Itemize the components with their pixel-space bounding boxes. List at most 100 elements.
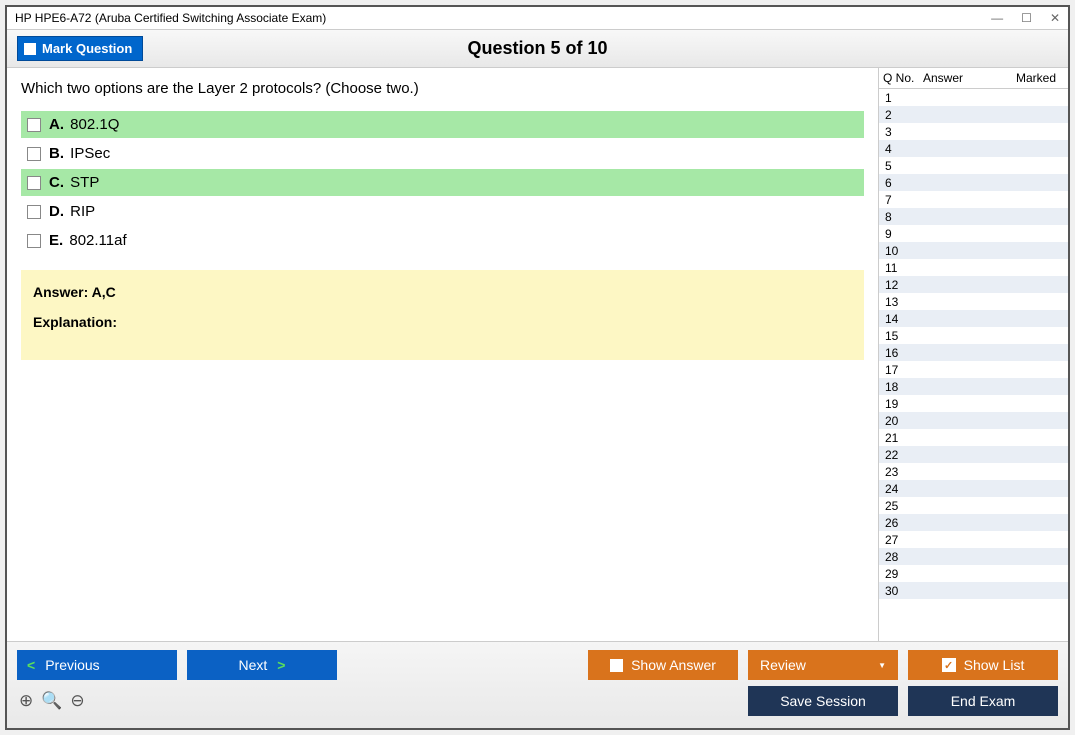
show-list-button[interactable]: ✓ Show List	[908, 650, 1058, 680]
question-number: 20	[885, 414, 925, 428]
end-exam-button[interactable]: End Exam	[908, 686, 1058, 716]
question-number: 21	[885, 431, 925, 445]
question-number: 3	[885, 125, 925, 139]
question-list[interactable]: 1234567891011121314151617181920212223242…	[879, 89, 1068, 641]
footer: < Previous Next > Show Answer Review ▼ ✓…	[7, 641, 1068, 728]
question-number: 22	[885, 448, 925, 462]
previous-button[interactable]: < Previous	[17, 650, 177, 680]
question-list-row[interactable]: 17	[879, 361, 1068, 378]
option-row[interactable]: D. RIP	[21, 198, 864, 225]
show-answer-button[interactable]: Show Answer	[588, 650, 738, 680]
question-list-row[interactable]: 16	[879, 344, 1068, 361]
option-row[interactable]: A. 802.1Q	[21, 111, 864, 138]
save-session-label: Save Session	[780, 693, 866, 709]
question-list-row[interactable]: 14	[879, 310, 1068, 327]
option-checkbox[interactable]	[27, 234, 41, 248]
question-number: 26	[885, 516, 925, 530]
question-number: 27	[885, 533, 925, 547]
question-list-row[interactable]: 15	[879, 327, 1068, 344]
question-list-row[interactable]: 9	[879, 225, 1068, 242]
question-number: 24	[885, 482, 925, 496]
question-number: 28	[885, 550, 925, 564]
toolbar: Mark Question Question 5 of 10	[7, 30, 1068, 68]
next-label: Next	[239, 657, 268, 673]
question-list-row[interactable]: 24	[879, 480, 1068, 497]
option-row[interactable]: C. STP	[21, 169, 864, 196]
question-number: 12	[885, 278, 925, 292]
question-text: Which two options are the Layer 2 protoc…	[21, 80, 864, 97]
question-list-row[interactable]: 21	[879, 429, 1068, 446]
previous-label: Previous	[45, 657, 99, 673]
answer-panel: Answer: A,C Explanation:	[21, 270, 864, 360]
window-title: HP HPE6-A72 (Aruba Certified Switching A…	[15, 11, 326, 25]
next-button[interactable]: Next >	[187, 650, 337, 680]
question-number: 13	[885, 295, 925, 309]
option-checkbox[interactable]	[27, 147, 41, 161]
question-number: 4	[885, 142, 925, 156]
question-list-row[interactable]: 25	[879, 497, 1068, 514]
minimize-icon[interactable]: —	[991, 11, 1003, 25]
maximize-icon[interactable]: ☐	[1021, 11, 1032, 25]
chevron-right-icon: >	[277, 657, 285, 673]
question-number: 6	[885, 176, 925, 190]
checkbox-icon	[24, 43, 36, 55]
option-row[interactable]: E. 802.11af	[21, 227, 864, 254]
option-row[interactable]: B. IPSec	[21, 140, 864, 167]
question-list-row[interactable]: 26	[879, 514, 1068, 531]
option-checkbox[interactable]	[27, 176, 41, 190]
close-icon[interactable]: ✕	[1050, 11, 1060, 25]
option-checkbox[interactable]	[27, 118, 41, 132]
question-list-row[interactable]: 27	[879, 531, 1068, 548]
save-session-button[interactable]: Save Session	[748, 686, 898, 716]
zoom-out-icon[interactable]: ⊖	[70, 691, 84, 711]
option-text: 802.1Q	[70, 116, 119, 133]
question-list-row[interactable]: 1	[879, 89, 1068, 106]
question-number: 11	[885, 261, 925, 275]
question-list-row[interactable]: 19	[879, 395, 1068, 412]
option-letter: B.	[49, 145, 64, 162]
question-list-row[interactable]: 13	[879, 293, 1068, 310]
review-label: Review	[760, 657, 806, 673]
options-list: A. 802.1QB. IPSecC. STPD. RIPE. 802.11af	[21, 111, 864, 254]
question-list-row[interactable]: 5	[879, 157, 1068, 174]
question-number: 2	[885, 108, 925, 122]
end-exam-label: End Exam	[951, 693, 1016, 709]
question-list-row[interactable]: 18	[879, 378, 1068, 395]
question-list-row[interactable]: 12	[879, 276, 1068, 293]
option-text: RIP	[70, 203, 95, 220]
option-text: IPSec	[70, 145, 110, 162]
mark-question-button[interactable]: Mark Question	[17, 36, 143, 61]
question-number: 17	[885, 363, 925, 377]
question-list-row[interactable]: 2	[879, 106, 1068, 123]
zoom-reset-icon[interactable]: ⊕	[19, 691, 33, 711]
question-list-row[interactable]: 30	[879, 582, 1068, 599]
question-list-row[interactable]: 28	[879, 548, 1068, 565]
question-list-row[interactable]: 23	[879, 463, 1068, 480]
question-list-row[interactable]: 10	[879, 242, 1068, 259]
option-checkbox[interactable]	[27, 205, 41, 219]
question-list-row[interactable]: 7	[879, 191, 1068, 208]
question-list-row[interactable]: 6	[879, 174, 1068, 191]
option-letter: C.	[49, 174, 64, 191]
show-answer-label: Show Answer	[631, 657, 716, 673]
question-list-panel: Q No. Answer Marked 12345678910111213141…	[878, 68, 1068, 641]
mark-question-label: Mark Question	[42, 41, 132, 56]
zoom-in-icon[interactable]: 🔍	[41, 691, 62, 711]
question-list-row[interactable]: 20	[879, 412, 1068, 429]
question-list-row[interactable]: 11	[879, 259, 1068, 276]
question-list-header: Q No. Answer Marked	[879, 68, 1068, 89]
question-list-row[interactable]: 3	[879, 123, 1068, 140]
question-number: 8	[885, 210, 925, 224]
question-list-row[interactable]: 4	[879, 140, 1068, 157]
zoom-controls: ⊕ 🔍 ⊖	[17, 689, 87, 713]
question-list-row[interactable]: 8	[879, 208, 1068, 225]
question-number: 1	[885, 91, 925, 105]
question-number: 29	[885, 567, 925, 581]
question-list-row[interactable]: 29	[879, 565, 1068, 582]
question-list-row[interactable]: 22	[879, 446, 1068, 463]
question-number: 25	[885, 499, 925, 513]
question-number: 5	[885, 159, 925, 173]
question-number: 9	[885, 227, 925, 241]
chevron-left-icon: <	[27, 657, 35, 673]
review-button[interactable]: Review ▼	[748, 650, 898, 680]
